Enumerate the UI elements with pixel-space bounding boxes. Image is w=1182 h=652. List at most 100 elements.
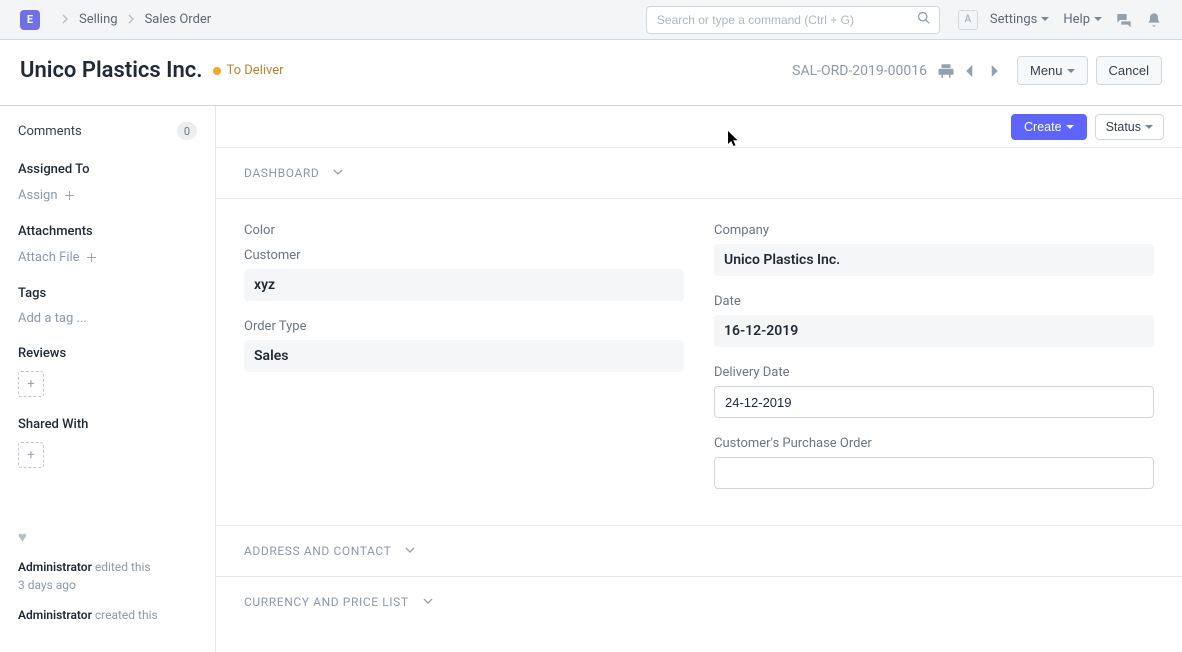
section-address: ADDRESS AND CONTACT [216, 526, 1182, 577]
chat-icon[interactable] [1116, 12, 1132, 28]
date-label: Date [714, 294, 1154, 309]
plus-icon: + [27, 448, 34, 463]
settings-label: Settings [990, 12, 1037, 27]
field-order-type: Order Type Sales [244, 319, 684, 372]
log-user: Administrator [18, 608, 92, 622]
comments-count: 0 [177, 122, 197, 140]
print-icon[interactable] [937, 62, 955, 80]
reviews-heading: Reviews [18, 346, 197, 361]
field-delivery-date: Delivery Date [714, 365, 1154, 418]
order-type-value[interactable]: Sales [244, 340, 684, 372]
menu-button[interactable]: Menu [1017, 56, 1088, 85]
activity-log-entry: Administrator created this [18, 606, 197, 624]
chevron-right-icon [62, 13, 69, 27]
navbar: E Selling Sales Order A Settings Help [0, 0, 1182, 40]
shared-with-heading: Shared With [18, 417, 197, 432]
prev-icon[interactable] [961, 62, 979, 80]
chevron-right-icon [128, 13, 135, 27]
section-currency: CURRENCY AND PRICE LIST [216, 577, 1182, 627]
customer-value[interactable]: xyz [244, 269, 684, 301]
caret-down-icon [1145, 120, 1153, 134]
log-action: edited this [92, 560, 151, 574]
log-user: Administrator [18, 560, 92, 574]
form-column-left: Color Customer xyz Order Type Sales [244, 223, 684, 507]
add-tag-label: Add a tag ... [18, 311, 87, 326]
status-label: Status [1106, 120, 1141, 134]
customer-label: Customer [244, 248, 684, 263]
tags-heading: Tags [18, 286, 197, 301]
section-address-header[interactable]: ADDRESS AND CONTACT [244, 544, 1154, 558]
app-logo[interactable]: E [20, 10, 40, 30]
assign-label: Assign [18, 188, 58, 203]
menu-label: Menu [1030, 63, 1063, 78]
section-dashboard: DASHBOARD [216, 148, 1182, 199]
status-dot-icon [213, 67, 221, 75]
caret-down-icon [1041, 12, 1049, 27]
section-currency-title: CURRENCY AND PRICE LIST [244, 595, 409, 609]
settings-link[interactable]: Settings [990, 12, 1049, 27]
status-badge: To Deliver [227, 63, 284, 78]
form-toolbar: Create Status [216, 106, 1182, 148]
date-value[interactable]: 16-12-2019 [714, 315, 1154, 347]
plus-icon: ＋ [86, 249, 98, 266]
cpo-label: Customer's Purchase Order [714, 436, 1154, 451]
cpo-input[interactable] [714, 457, 1154, 489]
form-column-right: Company Unico Plastics Inc. Date 16-12-2… [714, 223, 1154, 507]
assign-action[interactable]: Assign ＋ [18, 187, 197, 204]
create-label: Create [1024, 120, 1062, 134]
field-color: Color [244, 223, 684, 238]
log-action: created this [92, 608, 158, 622]
main-content: Create Status DASHBOARD [216, 106, 1182, 652]
add-tag-action[interactable]: Add a tag ... [18, 311, 197, 326]
status-button[interactable]: Status [1095, 114, 1164, 140]
breadcrumb-selling[interactable]: Selling [79, 12, 118, 27]
add-review-button[interactable]: + [18, 371, 44, 397]
help-label: Help [1063, 12, 1090, 27]
avatar[interactable]: A [958, 10, 978, 30]
global-search[interactable] [646, 6, 940, 34]
field-cpo: Customer's Purchase Order [714, 436, 1154, 489]
section-currency-header[interactable]: CURRENCY AND PRICE LIST [244, 595, 1154, 609]
section-dashboard-title: DASHBOARD [244, 166, 319, 180]
bell-icon[interactable] [1146, 12, 1162, 28]
sidebar: Comments 0 Assigned To Assign ＋ Attachme… [0, 106, 216, 652]
caret-down-icon [1067, 63, 1075, 78]
section-address-title: ADDRESS AND CONTACT [244, 544, 391, 558]
comments-label: Comments [18, 124, 82, 139]
company-value[interactable]: Unico Plastics Inc. [714, 244, 1154, 276]
page-title: Unico Plastics Inc. [20, 58, 203, 83]
caret-down-icon [1094, 12, 1102, 27]
breadcrumb-sales-order[interactable]: Sales Order [145, 12, 212, 27]
chevron-down-icon [423, 595, 433, 609]
company-label: Company [714, 223, 1154, 238]
section-form: Color Customer xyz Order Type Sales Comp… [216, 199, 1182, 526]
activity-log-entry: Administrator edited this 3 days ago [18, 558, 197, 594]
attach-file-action[interactable]: Attach File ＋ [18, 249, 197, 266]
attach-file-label: Attach File [18, 250, 80, 265]
help-link[interactable]: Help [1063, 12, 1102, 27]
attachments-heading: Attachments [18, 224, 197, 239]
assigned-to-heading: Assigned To [18, 162, 197, 177]
add-share-button[interactable]: + [18, 442, 44, 468]
field-customer: Customer xyz [244, 248, 684, 301]
section-dashboard-header[interactable]: DASHBOARD [244, 166, 1154, 180]
heart-icon[interactable]: ♥ [18, 528, 197, 546]
cancel-button[interactable]: Cancel [1096, 56, 1162, 85]
plus-icon: ＋ [64, 187, 76, 204]
search-input[interactable] [655, 12, 917, 28]
next-icon[interactable] [985, 62, 1003, 80]
sidebar-comments[interactable]: Comments 0 [18, 122, 197, 140]
create-button[interactable]: Create [1011, 114, 1087, 140]
order-type-label: Order Type [244, 319, 684, 334]
field-company: Company Unico Plastics Inc. [714, 223, 1154, 276]
plus-icon: + [27, 377, 34, 392]
document-id: SAL-ORD-2019-00016 [792, 63, 927, 79]
color-label: Color [244, 223, 684, 238]
field-date: Date 16-12-2019 [714, 294, 1154, 347]
chevron-down-icon [333, 166, 343, 180]
delivery-date-input[interactable] [714, 386, 1154, 418]
log-when: 3 days ago [18, 578, 76, 592]
page-header: Unico Plastics Inc. To Deliver SAL-ORD-2… [0, 40, 1182, 106]
caret-down-icon [1066, 120, 1074, 134]
search-icon [917, 11, 931, 29]
